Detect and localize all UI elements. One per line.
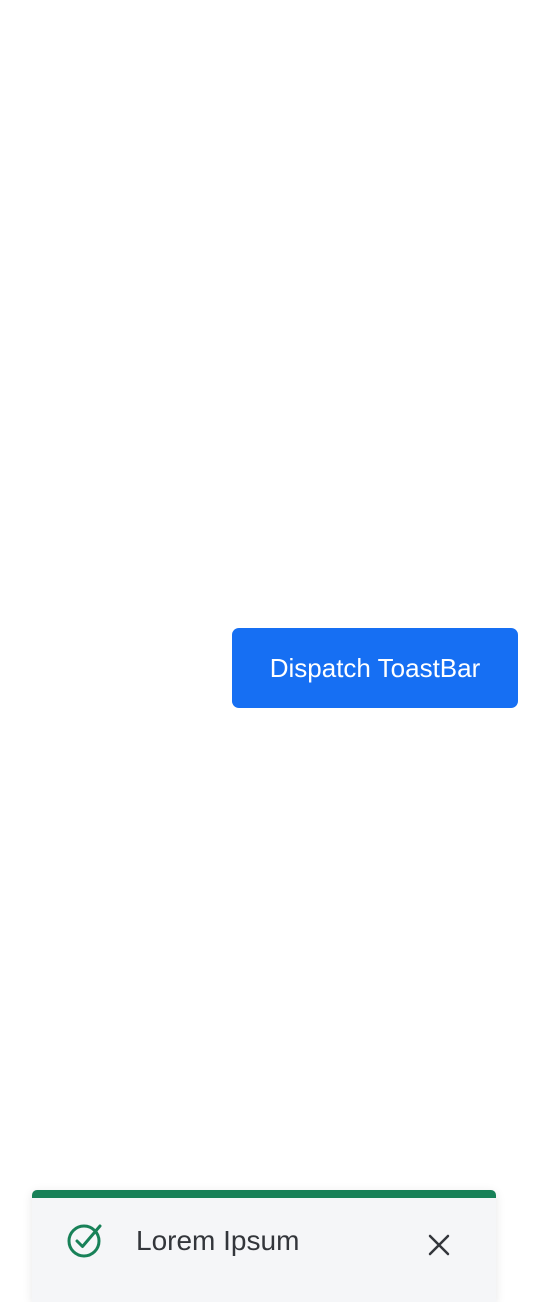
dispatch-toastbar-button[interactable]: Dispatch ToastBar bbox=[232, 628, 518, 708]
toast-bar: Lorem Ipsum bbox=[32, 1190, 496, 1302]
close-icon[interactable] bbox=[422, 1228, 456, 1262]
toast-accent-bar bbox=[32, 1190, 496, 1198]
toast-message: Lorem Ipsum bbox=[136, 1225, 300, 1256]
check-circle-icon bbox=[66, 1223, 102, 1259]
